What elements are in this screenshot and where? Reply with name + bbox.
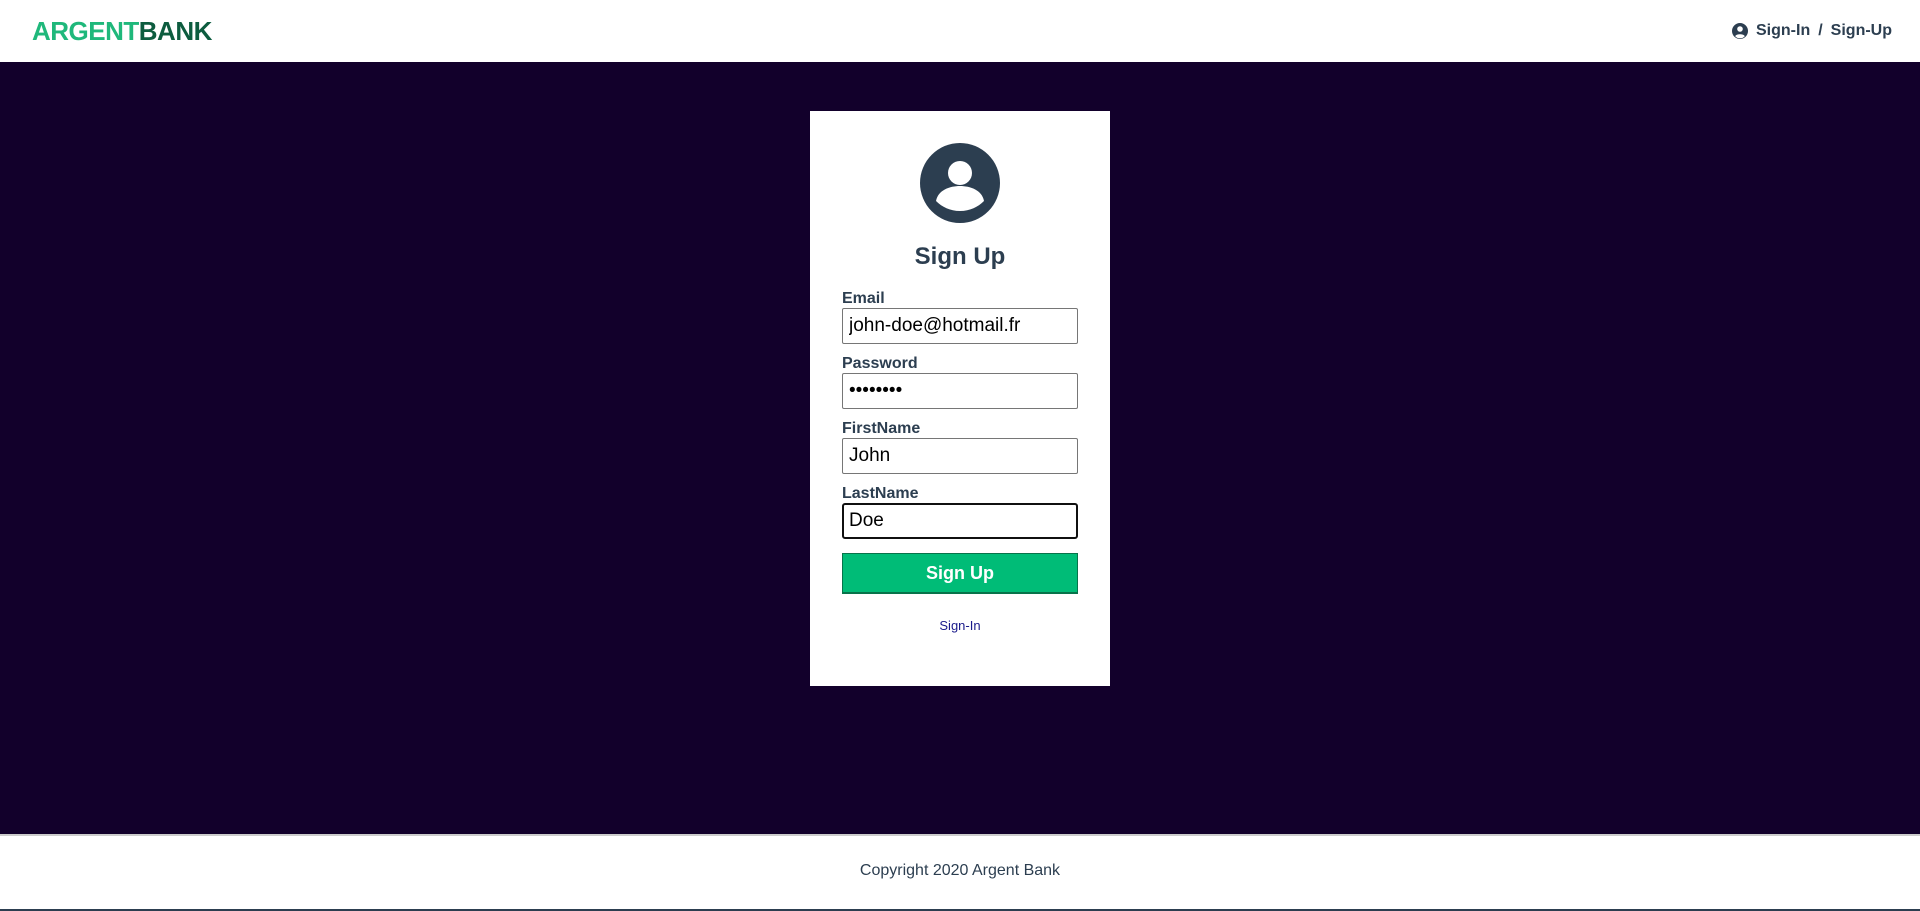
header-nav: Sign-In / Sign-Up	[1732, 22, 1892, 40]
lastname-label: LastName	[842, 485, 919, 502]
main-content: Sign Up Email Password FirstName LastNam…	[0, 62, 1920, 834]
user-circle-icon	[1732, 23, 1748, 39]
nav-separator: /	[1818, 22, 1823, 39]
copyright-text: Copyright 2020 Argent Bank	[859, 861, 1061, 879]
main-header: ARGENT BANK Sign-In / Sign-Up	[0, 0, 1920, 62]
user-circle-icon	[920, 143, 1000, 223]
argent-bank-logo[interactable]: ARGENT BANK	[32, 18, 212, 44]
logo-text-bank: BANK	[138, 16, 213, 46]
page-title: Sign Up	[914, 243, 1006, 270]
firstname-field-group: FirstName	[842, 419, 1078, 474]
firstname-label: FirstName	[842, 420, 921, 437]
main-footer: Copyright 2020 Argent Bank	[0, 834, 1920, 911]
sign-up-button[interactable]: Sign Up	[842, 553, 1078, 594]
password-field[interactable]	[842, 373, 1078, 409]
lastname-field[interactable]	[842, 503, 1078, 539]
signin-link[interactable]: Sign-In	[939, 618, 980, 633]
firstname-field[interactable]	[842, 438, 1078, 474]
signup-form: Email Password FirstName LastName Sign U…	[842, 289, 1078, 594]
signup-card: Sign Up Email Password FirstName LastNam…	[810, 111, 1110, 686]
nav-signin-link[interactable]: Sign-In	[1756, 22, 1810, 40]
password-label: Password	[842, 355, 918, 372]
email-label: Email	[842, 290, 885, 307]
email-field[interactable]	[842, 308, 1078, 344]
lastname-field-group: LastName	[842, 484, 1078, 539]
logo-text-argent: ARGENT	[32, 16, 139, 46]
password-field-group: Password	[842, 354, 1078, 409]
nav-signup-link[interactable]: Sign-Up	[1831, 22, 1892, 40]
email-field-group: Email	[842, 289, 1078, 344]
